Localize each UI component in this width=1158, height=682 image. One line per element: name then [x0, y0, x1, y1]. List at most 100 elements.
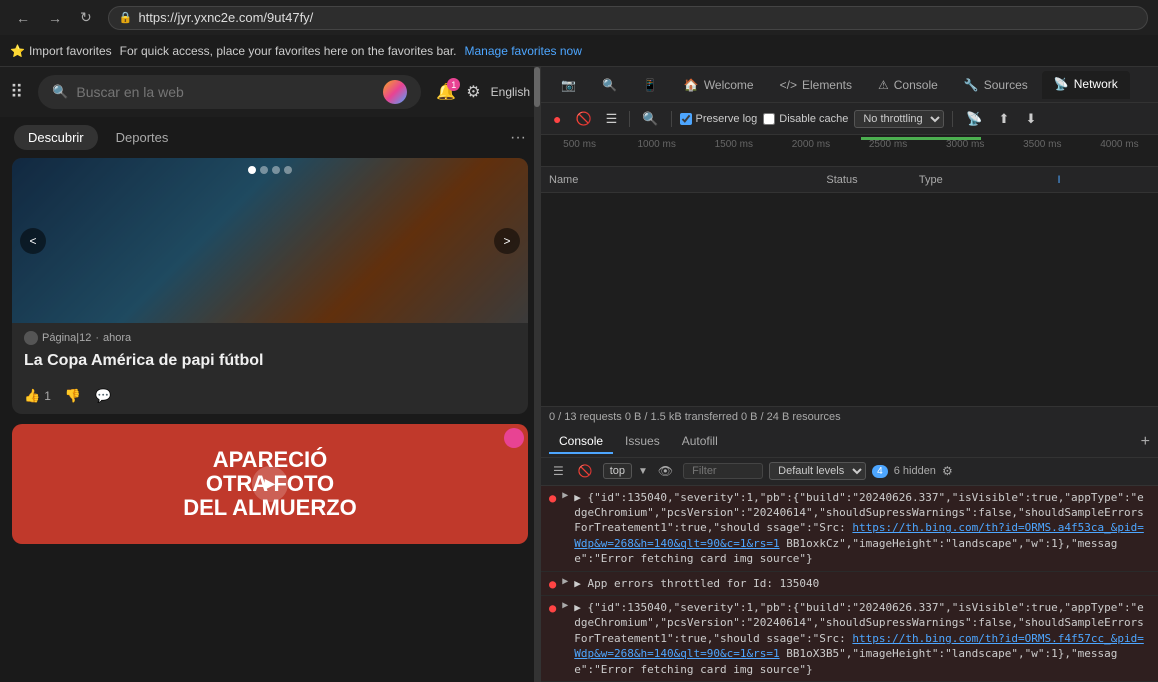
console-tab-issues[interactable]: Issues [615, 430, 670, 454]
console-icon: ⚠ [878, 78, 889, 92]
network-status-text: 0 / 13 requests 0 B / 1.5 kB transferred… [549, 411, 841, 423]
card-source: Página|12 [42, 332, 91, 344]
console-tab-console[interactable]: Console [549, 430, 613, 454]
tab-network[interactable]: 📡 Network [1042, 71, 1130, 99]
timeline-labels: 500 ms 1000 ms 1500 ms 2000 ms 2500 ms 3… [541, 139, 1158, 150]
url-text: https://jyr.yxnc2e.com/9ut47fy/ [138, 10, 313, 25]
disable-cache-checkbox[interactable] [763, 113, 775, 125]
wifi-icon: 📡 [1054, 77, 1069, 91]
comment-icon: 💬 [95, 388, 111, 404]
lock-icon: 🔒 [119, 11, 133, 24]
console-top-dropdown[interactable]: ▼ [638, 466, 648, 477]
card-meta: Página|12 · ahora [12, 323, 528, 349]
import-favorites-button[interactable]: ⭐ Import favorites [10, 44, 112, 58]
expand-icon-2[interactable]: ▶ [562, 576, 568, 587]
col-status: Status [826, 174, 918, 186]
timeline-green-bar [861, 137, 981, 140]
tab-sources[interactable]: 🔧 Sources [952, 72, 1040, 98]
tab-welcome[interactable]: 🏠 Welcome [672, 72, 766, 98]
tab-deportes[interactable]: Deportes [102, 125, 183, 150]
source-icon [24, 331, 38, 345]
download-btn[interactable]: ⬇ [1020, 109, 1041, 129]
expand-icon-1[interactable]: ▶ [562, 490, 568, 501]
tl-3000: 3000 ms [927, 139, 1004, 150]
upload-btn[interactable]: ⬆ [994, 109, 1015, 129]
scroll-indicator[interactable] [534, 67, 540, 682]
address-bar[interactable]: 🔒 https://jyr.yxnc2e.com/9ut47fy/ [108, 6, 1148, 30]
wifi-filter-btn[interactable]: 📡 [961, 109, 987, 129]
like-count: 1 [44, 389, 51, 403]
tab-elements[interactable]: </> Elements [768, 72, 864, 98]
home-icon: 🏠 [684, 78, 699, 92]
news-card-1: < > Página|12 · ahora La Copa América de… [12, 158, 528, 414]
console-tab-autofill[interactable]: Autofill [672, 430, 728, 454]
console-eye-btn[interactable]: 👁 [654, 463, 677, 479]
console-entries: ● ▶ ▶ {"id":135040,"severity":1,"pb":{"b… [541, 486, 1158, 682]
toolbar-right: 🔔 1 ⚙ English [436, 82, 530, 102]
throttle-select[interactable]: No throttling [854, 110, 944, 128]
dislike-button[interactable]: 👎 [65, 388, 81, 404]
add-console-tab-button[interactable]: + [1141, 433, 1150, 451]
dot-1 [248, 166, 256, 174]
dot-2 [260, 166, 268, 174]
dot-3 [272, 166, 280, 174]
console-gear-icon[interactable]: ⚙ [942, 464, 953, 478]
console-tabs: Console Issues Autofill + [541, 428, 1158, 458]
preserve-log-label[interactable]: Preserve log [680, 113, 758, 125]
comment-button[interactable]: 💬 [95, 388, 111, 404]
search-input[interactable] [76, 84, 375, 100]
tab-devtools-inspect[interactable]: 🔍 [590, 72, 629, 98]
console-filter-input[interactable] [683, 463, 763, 479]
search-icon: 🔍 [52, 84, 68, 100]
news-tabs: Descubrir Deportes ··· [0, 117, 540, 158]
record-button[interactable]: ● [549, 109, 565, 129]
apps-grid-icon[interactable]: ⠿ [10, 82, 23, 103]
console-level-select[interactable]: Default levels [769, 462, 866, 480]
language-button[interactable]: English [491, 85, 530, 99]
expand-icon-3[interactable]: ▶ [562, 600, 568, 611]
browser-content: ⠿ 🔍 🔔 1 ⚙ English Descubrir Deportes ··· [0, 67, 540, 682]
card-time: ahora [103, 332, 131, 344]
card-next-button[interactable]: > [494, 228, 520, 254]
thumb-up-icon: 👍 [24, 388, 40, 404]
favorites-message: For quick access, place your favorites h… [120, 44, 457, 58]
sources-icon: 🔧 [964, 78, 979, 92]
tab-devtools-screenshot[interactable]: 📷 [549, 72, 588, 98]
inspect-icon: 🔍 [602, 78, 617, 92]
card-navigation: < > [12, 228, 528, 254]
tab-console[interactable]: ⚠ Console [866, 72, 950, 98]
notifications-button[interactable]: 🔔 1 [436, 82, 456, 102]
bing-logo [383, 80, 407, 104]
console-text-3: ▶ {"id":135040,"severity":1,"pb":{"build… [574, 600, 1150, 677]
tl-2000: 2000 ms [772, 139, 849, 150]
main-content: ⠿ 🔍 🔔 1 ⚙ English Descubrir Deportes ··· [0, 67, 1158, 682]
settings-button[interactable]: ⚙ [466, 82, 480, 102]
tab-descubrir[interactable]: Descubrir [14, 125, 98, 150]
refresh-button[interactable]: ↻ [74, 5, 98, 30]
console-text-2: ▶ App errors throttled for Id: 135040 [574, 576, 819, 591]
card-actions: 👍 1 👎 💬 [12, 382, 528, 414]
devtools-toolbar: ● 🚫 ☰ 🔍 Preserve log Disable cache No th… [541, 103, 1158, 135]
search-dt-button[interactable]: 🔍 [638, 109, 662, 129]
forward-button[interactable]: → [42, 6, 68, 30]
manage-favorites-link[interactable]: Manage favorites now [465, 44, 582, 58]
card-dots [248, 166, 292, 174]
disable-cache-label[interactable]: Disable cache [763, 113, 848, 125]
card-prev-button[interactable]: < [20, 228, 46, 254]
more-tabs-button[interactable]: ··· [510, 129, 526, 147]
tab-devtools-device[interactable]: 📱 [631, 72, 670, 98]
console-sidebar-btn[interactable]: ☰ [549, 463, 568, 479]
back-button[interactable]: ← [10, 6, 36, 30]
like-button[interactable]: 👍 1 [24, 388, 51, 404]
console-clear-btn[interactable]: 🚫 [574, 463, 597, 479]
news-card-2: APARECIÓ OTRA FOTO DEL ALMUERZO ▶ [12, 424, 528, 544]
clear-button[interactable]: 🚫 [571, 109, 595, 129]
news-feed: < > Página|12 · ahora La Copa América de… [0, 158, 540, 682]
separator-3 [952, 111, 953, 127]
preserve-log-checkbox[interactable] [680, 113, 692, 125]
tl-1500: 1500 ms [695, 139, 772, 150]
notification-badge: 1 [447, 78, 460, 91]
timeline: 500 ms 1000 ms 1500 ms 2000 ms 2500 ms 3… [541, 135, 1158, 167]
filter-icon-btn[interactable]: ☰ [602, 109, 622, 129]
search-bar[interactable]: 🔍 [38, 75, 421, 109]
